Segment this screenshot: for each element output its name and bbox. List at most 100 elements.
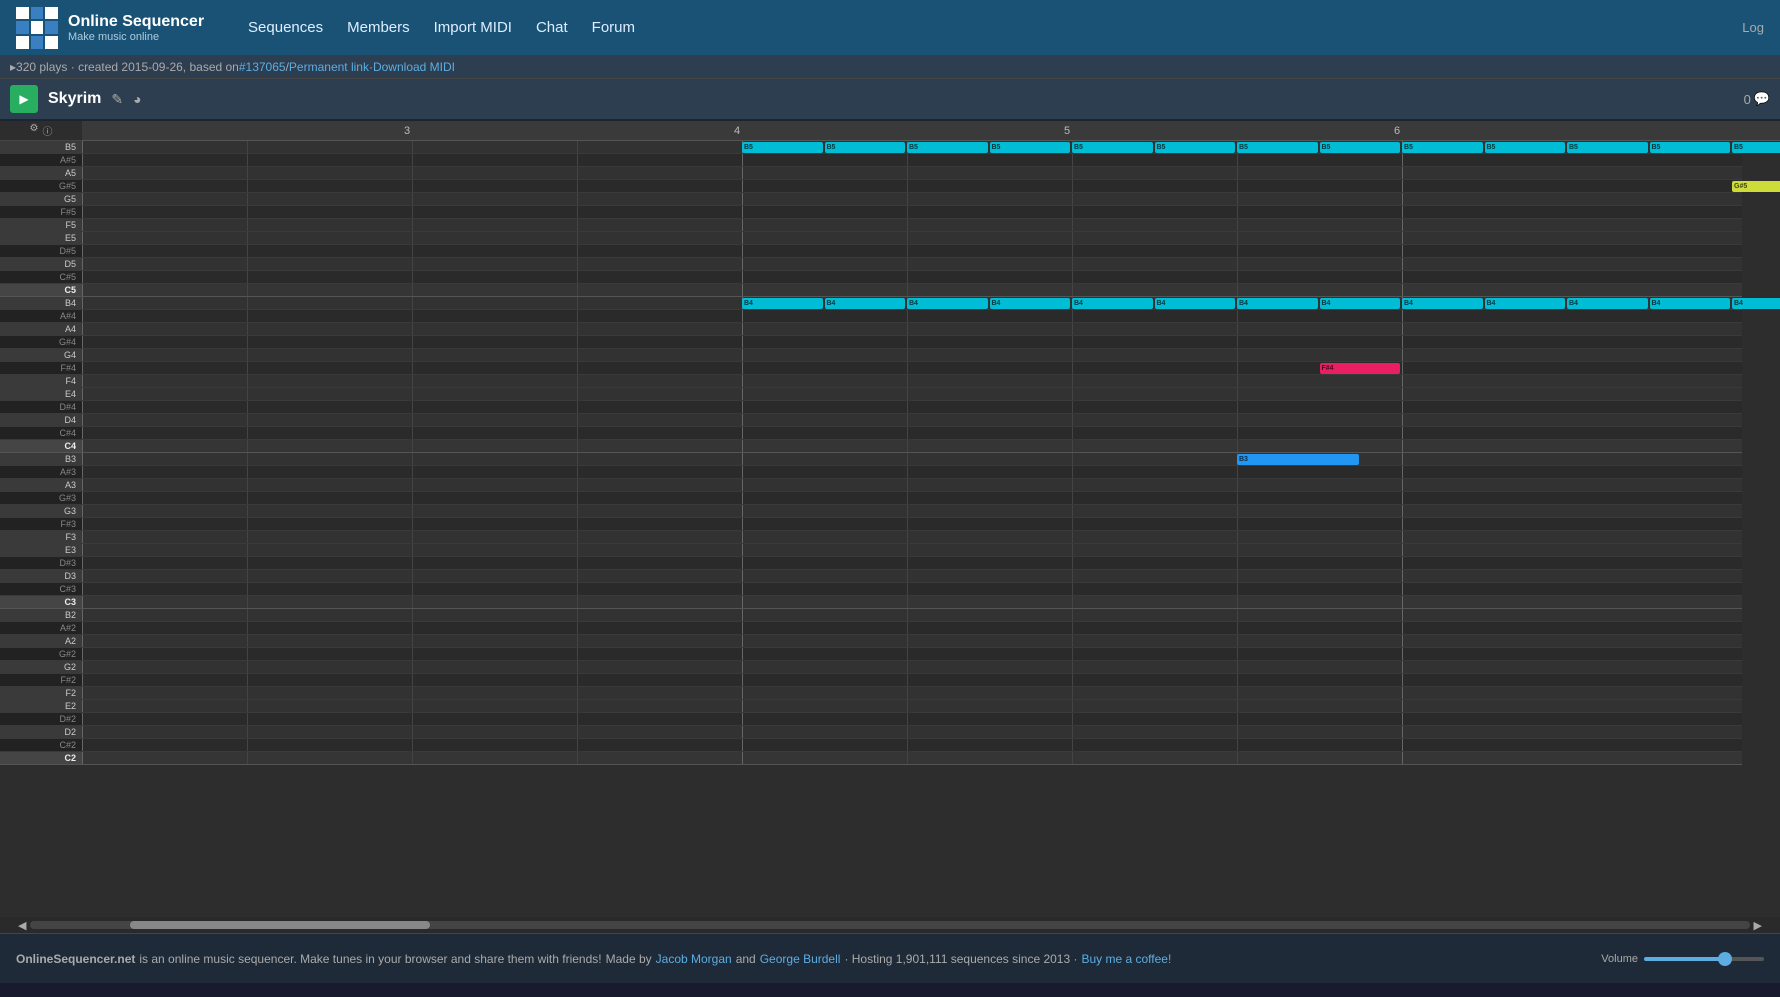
edit-icon[interactable]: ✎	[111, 91, 123, 108]
grid-row-gs2[interactable]	[82, 648, 1742, 661]
note-b4[interactable]: B4	[742, 298, 823, 309]
grid-row-cs5[interactable]: C#5C#5C#5C#5C#5	[82, 271, 1742, 284]
piano-key-as2[interactable]: A#2	[0, 622, 82, 635]
grid-row-f5[interactable]	[82, 219, 1742, 232]
grid-row-g5[interactable]: G5G5G5G5G5	[82, 193, 1742, 206]
grid-row-d5[interactable]: D5D5D5D5D5D5D5D5	[82, 258, 1742, 271]
piano-key-as4[interactable]: A#4	[0, 310, 82, 323]
piano-key-ds2[interactable]: D#2	[0, 713, 82, 726]
grid-row-ds4[interactable]	[82, 401, 1742, 414]
grid-row-as5[interactable]	[82, 154, 1742, 167]
grid-row-a5[interactable]	[82, 167, 1742, 180]
grid-row-a3[interactable]	[82, 479, 1742, 492]
grid-row-c5[interactable]	[82, 284, 1742, 297]
piano-key-g5[interactable]: G5	[0, 193, 82, 206]
piano-key-g2[interactable]: G2	[0, 661, 82, 674]
note-b5[interactable]: B5	[907, 142, 988, 153]
note-b5[interactable]: B5	[1485, 142, 1566, 153]
grid-row-d4[interactable]: D4D4D4D4	[82, 414, 1742, 427]
piano-key-f4[interactable]: F4	[0, 375, 82, 388]
piano-key-e2[interactable]: E2	[0, 700, 82, 713]
grid-row-e5[interactable]: E5E5E5E5E5E5E5E5E5	[82, 232, 1742, 245]
grid-row-fs3[interactable]	[82, 518, 1742, 531]
grid-row-d3[interactable]	[82, 570, 1742, 583]
grid-row-a2[interactable]	[82, 635, 1742, 648]
grid-row-b2[interactable]	[82, 609, 1742, 622]
piano-key-d2[interactable]: D2	[0, 726, 82, 739]
note-b4[interactable]: B4	[990, 298, 1071, 309]
note-b5[interactable]: B5	[1402, 142, 1483, 153]
note-fs4[interactable]: F#4	[1320, 363, 1401, 374]
piano-key-gs2[interactable]: G#2	[0, 648, 82, 661]
grid-row-fs4[interactable]: F#4F#4F#4F#4	[82, 362, 1742, 375]
grid-canvas[interactable]: B5B5B5B5B5B5B5B5B5B5B5B5B5B5B5B5B5B5B5B5…	[82, 141, 1780, 917]
play-button[interactable]	[10, 85, 38, 113]
piano-key-fs3[interactable]: F#3	[0, 518, 82, 531]
piano-key-c3[interactable]: C3	[0, 596, 82, 609]
grid-row-c3[interactable]	[82, 596, 1742, 609]
piano-key-g3[interactable]: G3	[0, 505, 82, 518]
note-b5[interactable]: B5	[825, 142, 906, 153]
piano-key-b3[interactable]: B3	[0, 453, 82, 466]
share-icon[interactable]: ◕	[133, 91, 141, 107]
piano-key-c5[interactable]: C5	[0, 284, 82, 297]
piano-key-f2[interactable]: F2	[0, 687, 82, 700]
h-scroll-thumb[interactable]	[130, 921, 430, 929]
piano-key-as5[interactable]: A#5	[0, 154, 82, 167]
note-b3[interactable]: B3	[1237, 454, 1359, 465]
grid-row-cs3[interactable]	[82, 583, 1742, 596]
nav-import-midi[interactable]: Import MIDI	[434, 19, 512, 36]
piano-key-b5[interactable]: B5	[0, 141, 82, 154]
grid-row-g3[interactable]: G3	[82, 505, 1742, 518]
note-b4[interactable]: B4	[1650, 298, 1731, 309]
grid-row-b4[interactable]: B4B4B4B4B4B4B4B4B4B4B4B4B4B4B4B4B4B4B4B4…	[82, 297, 1742, 310]
piano-key-c2[interactable]: C2	[0, 752, 82, 765]
note-b5[interactable]: B5	[1732, 142, 1780, 153]
piano-key-a2[interactable]: A2	[0, 635, 82, 648]
info-dl-link[interactable]: Download MIDI	[373, 60, 455, 74]
scroll-left-arrow[interactable]: ◀	[14, 919, 30, 932]
grid-row-cs2[interactable]	[82, 739, 1742, 752]
grid-row-gs3[interactable]	[82, 492, 1742, 505]
piano-key-ds3[interactable]: D#3	[0, 557, 82, 570]
footer-author1[interactable]: Jacob Morgan	[656, 952, 732, 966]
piano-key-d4[interactable]: D4	[0, 414, 82, 427]
settings-icon[interactable]: ⚙	[30, 123, 39, 138]
piano-key-a5[interactable]: A5	[0, 167, 82, 180]
note-b4[interactable]: B4	[1155, 298, 1236, 309]
grid-row-e3[interactable]: E3	[82, 544, 1742, 557]
note-b4[interactable]: B4	[1320, 298, 1401, 309]
grid-row-f3[interactable]: F3	[82, 531, 1742, 544]
scroll-right-arrow[interactable]: ▶	[1750, 919, 1766, 932]
info-perm-link[interactable]: Permanent link	[289, 60, 369, 74]
piano-key-g4[interactable]: G4	[0, 349, 82, 362]
footer-coffee-link[interactable]: Buy me a coffee!	[1081, 952, 1171, 966]
note-b5[interactable]: B5	[1072, 142, 1153, 153]
note-b5[interactable]: B5	[1567, 142, 1648, 153]
grid-row-e4[interactable]: E4E4E4E4E4E4E4E4E4	[82, 388, 1742, 401]
grid-row-fs2[interactable]	[82, 674, 1742, 687]
note-b5[interactable]: B5	[1237, 142, 1318, 153]
note-b4[interactable]: B4	[1072, 298, 1153, 309]
piano-key-f3[interactable]: F3	[0, 531, 82, 544]
note-b4[interactable]: B4	[1732, 298, 1780, 309]
piano-key-ds5[interactable]: D#5	[0, 245, 82, 258]
piano-key-e5[interactable]: E5	[0, 232, 82, 245]
piano-key-gs4[interactable]: G#4	[0, 336, 82, 349]
note-b4[interactable]: B4	[907, 298, 988, 309]
piano-key-e4[interactable]: E4	[0, 388, 82, 401]
nav-forum[interactable]: Forum	[592, 19, 635, 36]
piano-key-fs2[interactable]: F#2	[0, 674, 82, 687]
grid-row-d2[interactable]	[82, 726, 1742, 739]
piano-key-f5[interactable]: F5	[0, 219, 82, 232]
piano-key-e3[interactable]: E3	[0, 544, 82, 557]
grid-row-ds5[interactable]	[82, 245, 1742, 258]
grid-row-as4[interactable]: A#4A#4A#4A#4	[82, 310, 1742, 323]
grid-row-g2[interactable]	[82, 661, 1742, 674]
grid-row-f4[interactable]	[82, 375, 1742, 388]
grid-row-fs5[interactable]: F#5F#5F#5F#5	[82, 206, 1742, 219]
piano-key-b2[interactable]: B2	[0, 609, 82, 622]
note-b5[interactable]: B5	[742, 142, 823, 153]
note-b4[interactable]: B4	[1485, 298, 1566, 309]
grid-row-a4[interactable]	[82, 323, 1742, 336]
